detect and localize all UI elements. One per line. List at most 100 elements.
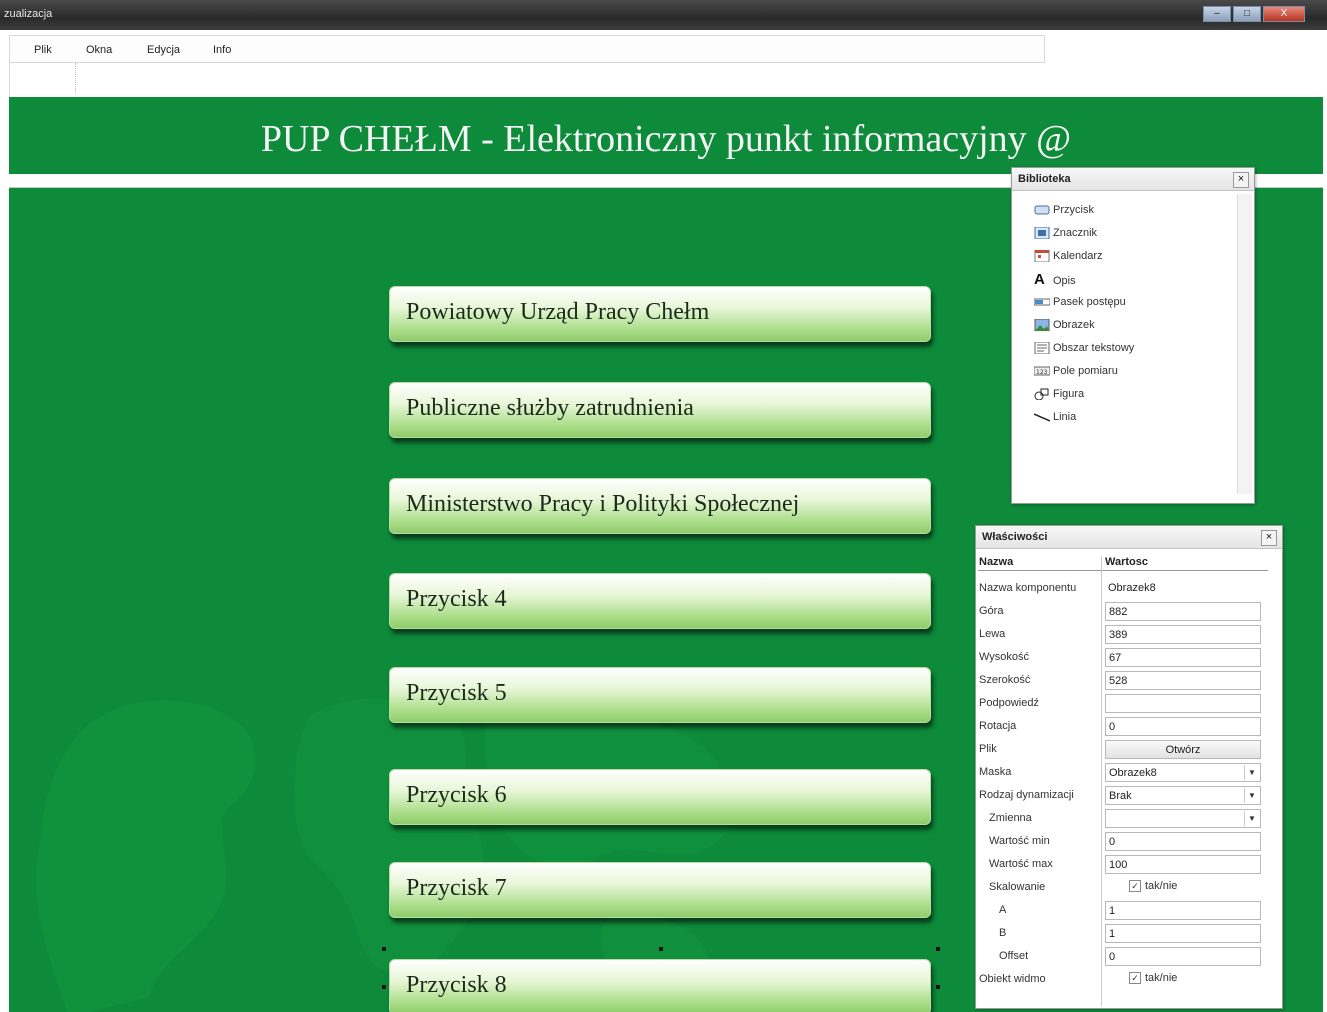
- offset-input[interactable]: 0: [1105, 947, 1261, 966]
- button-przycisk-5[interactable]: Przycisk 5: [389, 667, 931, 723]
- properties-header: Właściwości ×: [976, 526, 1282, 549]
- property-name: Nazwa komponentu: [979, 582, 1077, 594]
- property-name: Podpowiedź: [979, 697, 1039, 709]
- text-a-icon: A: [1034, 271, 1045, 288]
- library-item-znacznik[interactable]: Znacznik: [1034, 226, 1097, 247]
- button-powiatowy-urzad[interactable]: Powiatowy Urząd Pracy Chełm: [389, 286, 931, 342]
- property-row-width: Szerokość 528: [979, 670, 1269, 692]
- selection-handle[interactable]: [659, 947, 663, 951]
- left-input[interactable]: 389: [1105, 625, 1261, 644]
- library-close-button[interactable]: ×: [1233, 172, 1249, 188]
- scaling-checkbox[interactable]: ✓ tak/nie: [1129, 880, 1177, 892]
- svg-text:123: 123: [1036, 369, 1048, 376]
- image-icon: [1034, 318, 1050, 332]
- button-label: Ministerstwo Pracy i Polityki Społecznej: [406, 491, 800, 517]
- close-button[interactable]: X: [1263, 6, 1305, 22]
- property-row-ghost-object: Obiekt widmo ✓ tak/nie: [979, 969, 1269, 991]
- button-publiczne-sluzby[interactable]: Publiczne służby zatrudnienia: [389, 382, 931, 438]
- design-canvas[interactable]: PUP CHEŁM - Elektroniczny punkt informac…: [9, 97, 1323, 1012]
- mask-select[interactable]: Obrazek8 ▼: [1105, 763, 1261, 782]
- property-name: Góra: [979, 605, 1004, 617]
- property-row-value-min: Wartość min 0: [979, 831, 1269, 853]
- button-label: Przycisk 7: [406, 875, 507, 901]
- property-row-height: Wysokość 67: [979, 647, 1269, 669]
- menu-item-info[interactable]: Info: [213, 44, 231, 56]
- property-name: Wartość max: [989, 858, 1053, 870]
- button-przycisk-4[interactable]: Przycisk 4: [389, 573, 931, 629]
- minimize-button[interactable]: –: [1203, 6, 1231, 22]
- library-item-label: Pasek postępu: [1053, 296, 1126, 308]
- property-row-offset: Offset 0: [979, 946, 1269, 968]
- checkmark-icon: ✓: [1129, 880, 1141, 892]
- library-item-linia[interactable]: Linia: [1033, 411, 1077, 431]
- chevron-down-icon[interactable]: ▼: [1244, 788, 1259, 803]
- textarea-icon: [1034, 341, 1050, 355]
- library-header: Biblioteka ×: [1012, 168, 1254, 191]
- button-przycisk-7[interactable]: Przycisk 7: [389, 862, 931, 918]
- library-scrollbar[interactable]: [1237, 194, 1252, 494]
- properties-close-button[interactable]: ×: [1261, 530, 1277, 546]
- library-item-pole-pomiaru[interactable]: 123 Pole pomiaru: [1033, 365, 1118, 385]
- value-min-input[interactable]: 0: [1105, 832, 1261, 851]
- property-name: Obiekt widmo: [979, 973, 1046, 985]
- progressbar-icon: [1033, 296, 1051, 308]
- selection-handle[interactable]: [936, 947, 940, 951]
- width-input[interactable]: 528: [1105, 671, 1261, 690]
- library-item-opis[interactable]: A Opis: [1034, 271, 1076, 293]
- measure-icon: 123: [1033, 365, 1051, 377]
- menu-item-okna[interactable]: Okna: [86, 44, 112, 56]
- button-label: Publiczne służby zatrudnienia: [406, 395, 694, 421]
- title-bar: zualizacja – □ X: [0, 0, 1327, 30]
- property-name: Zmienna: [989, 812, 1032, 824]
- chevron-down-icon[interactable]: ▼: [1244, 811, 1259, 826]
- tooltip-input[interactable]: [1105, 694, 1261, 713]
- library-item-pasek-postepu[interactable]: Pasek postępu: [1033, 296, 1126, 316]
- chevron-down-icon[interactable]: ▼: [1244, 765, 1259, 780]
- maximize-button[interactable]: □: [1233, 6, 1261, 22]
- height-input[interactable]: 67: [1105, 648, 1261, 667]
- property-name: Maska: [979, 766, 1012, 778]
- button-przycisk-8[interactable]: Przycisk 8: [389, 959, 931, 1012]
- ghost-object-checkbox[interactable]: ✓ tak/nie: [1129, 972, 1177, 984]
- window-controls: – □ X: [1203, 6, 1305, 22]
- dynamics-type-value: Brak: [1109, 790, 1132, 802]
- column-header-value: Wartosc: [1105, 556, 1148, 568]
- property-name: A: [999, 904, 1007, 916]
- open-file-button[interactable]: Otwórz: [1105, 740, 1261, 759]
- mask-select-value: Obrazek8: [1109, 767, 1157, 779]
- button-przycisk-6[interactable]: Przycisk 6: [389, 769, 931, 825]
- header-divider: [978, 570, 1268, 571]
- selection-handle[interactable]: [382, 985, 386, 989]
- property-row-a: A 1: [979, 900, 1269, 922]
- property-name: Szerokość: [979, 674, 1031, 686]
- menu-item-edycja[interactable]: Edycja: [147, 44, 180, 56]
- value-max-input[interactable]: 100: [1105, 855, 1261, 874]
- library-item-kalendarz[interactable]: Kalendarz: [1034, 249, 1103, 270]
- line-icon: [1033, 411, 1051, 423]
- a-input[interactable]: 1: [1105, 901, 1261, 920]
- variable-select[interactable]: ▼: [1105, 809, 1261, 828]
- library-item-przycisk[interactable]: Przycisk: [1034, 204, 1094, 224]
- toolbar-separator: [75, 63, 77, 93]
- button-icon: [1034, 204, 1050, 216]
- button-label: Przycisk 8: [406, 972, 507, 998]
- rotation-input[interactable]: 0: [1105, 717, 1261, 736]
- property-row-tooltip: Podpowiedź: [979, 693, 1269, 715]
- library-item-label: Obrazek: [1053, 319, 1095, 331]
- top-input[interactable]: 882: [1105, 602, 1261, 621]
- b-input[interactable]: 1: [1105, 924, 1261, 943]
- property-name: Rotacja: [979, 720, 1017, 732]
- header-banner: PUP CHEŁM - Elektroniczny punkt informac…: [9, 97, 1323, 175]
- scaling-checkbox-label: tak/nie: [1145, 880, 1178, 892]
- library-item-label: Linia: [1053, 411, 1077, 423]
- library-item-figura[interactable]: Figura: [1034, 388, 1084, 408]
- ghost-object-checkbox-label: tak/nie: [1145, 972, 1178, 984]
- selection-handle[interactable]: [382, 947, 386, 951]
- button-ministerstwo[interactable]: Ministerstwo Pracy i Polityki Społecznej: [389, 478, 931, 534]
- library-item-obrazek[interactable]: Obrazek: [1034, 318, 1095, 339]
- selection-handle[interactable]: [936, 985, 940, 989]
- dynamics-type-select[interactable]: Brak ▼: [1105, 786, 1261, 805]
- property-name: Rodzaj dynamizacji: [979, 789, 1074, 801]
- library-item-obszar-tekstowy[interactable]: Obszar tekstowy: [1034, 341, 1134, 362]
- menu-item-plik[interactable]: Plik: [34, 44, 52, 56]
